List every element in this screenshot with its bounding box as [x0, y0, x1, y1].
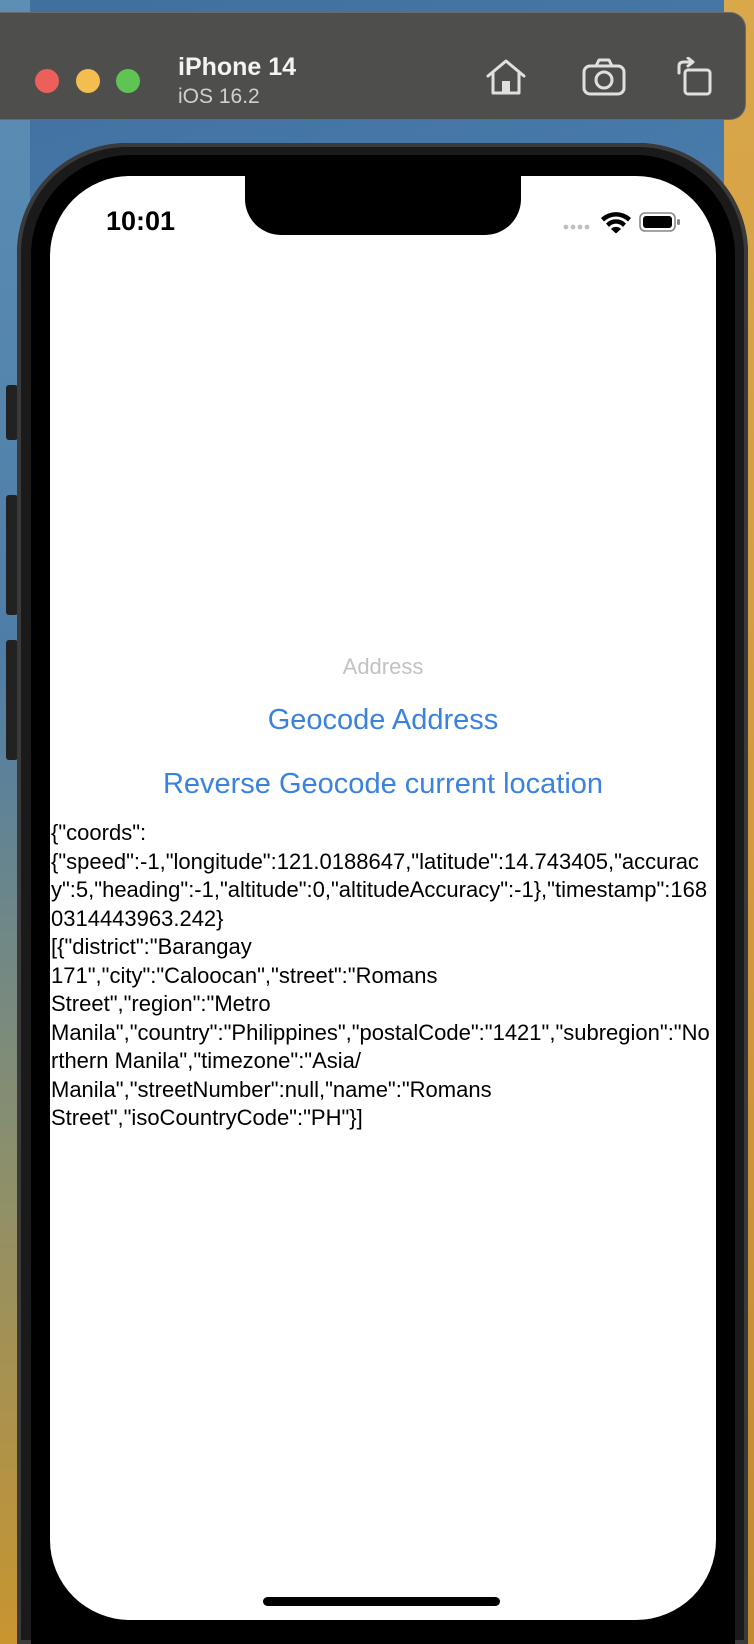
home-icon[interactable] [484, 57, 528, 102]
address-input[interactable] [50, 654, 716, 680]
status-time: 10:01 [106, 206, 176, 236]
notch [245, 176, 521, 235]
phone-screen: 10:01 Geocode Address Reverse Geocode cu… [50, 176, 716, 1620]
geocode-result-text: {"coords": {"speed":-1,"longitude":121.0… [51, 820, 710, 1130]
os-version: iOS 16.2 [178, 85, 260, 108]
zoom-window-button[interactable] [116, 69, 140, 93]
cellular-signal-icon [563, 224, 590, 230]
simulator-toolbar: iPhone 14 iOS 16.2 [0, 12, 746, 120]
close-window-button[interactable] [35, 69, 59, 93]
home-indicator [263, 1597, 500, 1606]
status-icons [563, 210, 683, 239]
reverse-geocode-button[interactable]: Reverse Geocode current location [50, 768, 716, 801]
geocode-address-button[interactable]: Geocode Address [50, 704, 716, 737]
screenshot-icon[interactable] [581, 57, 627, 102]
device-name: iPhone 14 [178, 53, 297, 81]
rotate-icon[interactable] [676, 56, 714, 102]
battery-icon [639, 212, 680, 232]
minimize-window-button[interactable] [76, 69, 100, 93]
wifi-icon [601, 212, 631, 234]
